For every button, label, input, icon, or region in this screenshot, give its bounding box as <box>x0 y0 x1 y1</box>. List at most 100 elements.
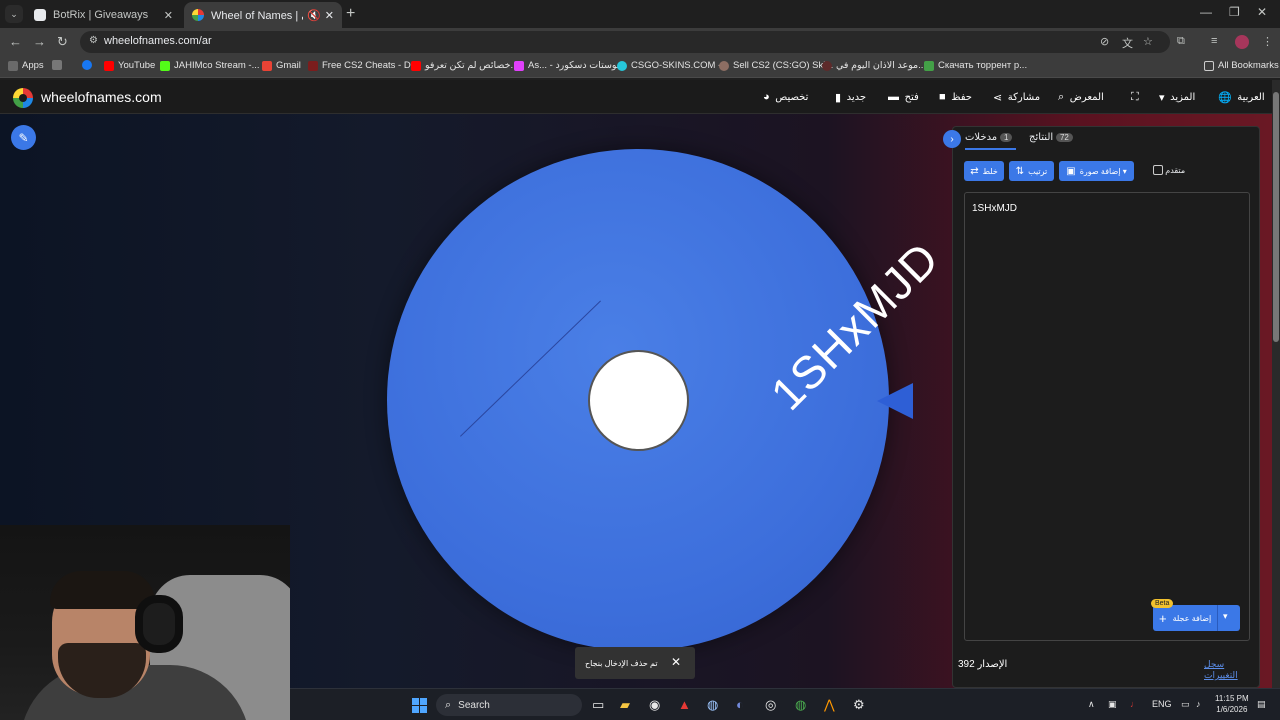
bookmark-cs2-cheats[interactable]: Free CS2 Cheats - D... <box>308 60 419 71</box>
app-orange-icon[interactable]: ⋀ <box>824 697 835 713</box>
image-icon: ▣ <box>1066 165 1076 177</box>
steam-icon[interactable]: ◍ <box>707 697 718 713</box>
tracking-off-icon[interactable]: ⊘ <box>1100 35 1109 48</box>
new-tab-button[interactable]: + <box>346 5 355 23</box>
page-scrollbar[interactable] <box>1272 80 1280 688</box>
tab-title: Wheel of Names | العشوائي <box>211 9 303 22</box>
bookmark-facebook[interactable] <box>82 60 96 70</box>
customize-button[interactable]: ◕ تخصيص <box>759 91 808 103</box>
add-wheel-button[interactable]: + إضافة عجلة ▾ <box>1153 605 1240 631</box>
tray-chevron-icon[interactable]: ∧ <box>1088 699 1095 710</box>
sort-label: ترتيب <box>1028 166 1048 176</box>
customize-label: تخصيص <box>775 91 809 103</box>
bookmark-youtube[interactable]: YouTube <box>104 60 155 71</box>
bookmark-discord-posts[interactable]: As... - بوستات دسكورد <box>514 60 619 71</box>
bookmark-gmail[interactable]: Gmail <box>262 60 301 71</box>
shuffle-button[interactable]: ⇄ خلط <box>964 161 1004 181</box>
close-tab-icon[interactable]: ✕ <box>325 9 334 22</box>
taskbar-clock[interactable]: 11:15 PM 1/6/2026 <box>1215 693 1249 715</box>
collapse-panel-icon[interactable]: › <box>943 130 961 148</box>
taskbar-search[interactable]: ⌕ Search <box>436 694 582 716</box>
wheel-pointer-icon <box>877 383 913 419</box>
edit-pencil-icon[interactable]: ✎ <box>11 125 36 150</box>
fullscreen-button[interactable]: ⛶ <box>1127 91 1139 104</box>
tab-results[interactable]: النتائج 72 <box>1029 132 1077 143</box>
profile-avatar[interactable] <box>1235 35 1249 49</box>
extensions-icon[interactable]: ⧉ <box>1177 35 1185 48</box>
new-button[interactable]: ▮ جديد <box>831 91 866 104</box>
bookmark-prayer-times[interactable]: موعد الاذان اليوم في... <box>822 60 926 71</box>
site-info-icon[interactable]: ⚙ <box>89 35 98 46</box>
version-label: الإصدار <box>977 659 1008 670</box>
tab-entries[interactable]: مدخلات 1 <box>965 132 1017 150</box>
discord-icon[interactable]: ◐ <box>736 697 744 712</box>
tray-app-icon[interactable]: ▣ <box>1108 699 1117 710</box>
back-icon[interactable]: ← <box>9 34 22 49</box>
github-icon[interactable]: ◉ <box>649 697 660 713</box>
entries-textarea[interactable]: 1SHxMJD <box>964 192 1250 641</box>
open-button[interactable]: ▬ فتح <box>884 91 919 103</box>
menu-dots-icon[interactable]: ⋮ <box>1262 35 1273 48</box>
bookmark-kick[interactable]: JAHIMco Stream -... <box>160 60 260 71</box>
bookmark-star-icon[interactable]: ☆ <box>1143 35 1153 48</box>
tab-wheel-of-names[interactable]: Wheel of Names | العشوائي 🔇 ✕ <box>184 2 342 28</box>
chevron-down-icon[interactable]: ▾ <box>1223 611 1228 622</box>
sort-button[interactable]: ⇅ ترتيب <box>1009 161 1054 181</box>
minimize-icon[interactable]: — <box>1200 5 1212 19</box>
bookmark-all[interactable]: All Bookmarks <box>1204 60 1279 71</box>
mic-icon[interactable]: ♩ <box>1130 699 1139 709</box>
windows-start-icon[interactable] <box>412 698 427 713</box>
file-explorer-icon[interactable]: ▰ <box>620 697 630 713</box>
task-view-icon[interactable]: ▭ <box>592 697 604 713</box>
changelog-link[interactable]: سجل التغييرات <box>1204 659 1259 681</box>
save-button[interactable]: ■ حفظ <box>935 91 972 103</box>
settings-gear-icon[interactable]: ⚙ <box>853 697 865 713</box>
scrollbar-thumb[interactable] <box>1273 92 1279 342</box>
tab-botrix[interactable]: BotRix | Giveaways ✕ <box>26 2 181 28</box>
chrome-icon[interactable]: ◍ <box>795 697 806 713</box>
mute-tab-icon[interactable]: 🔇 <box>307 9 321 22</box>
more-dropdown[interactable]: ▾ المزيد <box>1155 91 1195 104</box>
add-image-label: إضافة صورة <box>1079 166 1121 176</box>
close-tab-icon[interactable]: ✕ <box>164 9 173 22</box>
search-label: Search <box>458 699 490 711</box>
restore-icon[interactable]: ❐ <box>1229 5 1240 19</box>
forward-icon[interactable]: → <box>33 34 46 49</box>
close-icon[interactable]: ✕ <box>671 655 681 669</box>
address-bar[interactable]: ⚙ wheelofnames.com/ar ⊘ 文 ☆ <box>80 31 1170 53</box>
bookmark-sell-cs2[interactable]: Sell CS2 (CS:GO) Ski... <box>719 60 833 71</box>
language-dropdown[interactable]: 🌐 العربية <box>1214 91 1265 104</box>
app-circle-icon[interactable]: ◎ <box>765 697 776 713</box>
bookmark-youtube-2[interactable]: خصائص لم تكن تعرفو... <box>411 60 518 71</box>
app-red-icon[interactable]: ▲ <box>678 697 691 712</box>
gallery-button[interactable]: ⌕ المعرض <box>1054 91 1104 104</box>
headset-icon <box>135 595 183 653</box>
share-button[interactable]: ⋖ مشاركة <box>989 91 1040 104</box>
notifications-icon[interactable]: ▤ <box>1257 699 1266 710</box>
wheel-logo-icon[interactable] <box>13 88 33 108</box>
tab-search-button[interactable]: ⌄ <box>5 5 23 23</box>
fullscreen-icon: ⛶ <box>1131 91 1139 103</box>
language-indicator[interactable]: ENG <box>1152 699 1172 709</box>
youtube-icon <box>104 60 114 71</box>
network-icon[interactable]: ▭ <box>1181 699 1190 710</box>
close-window-icon[interactable]: ✕ <box>1257 5 1267 19</box>
bookmark-csgo-skins[interactable]: CSGO-SKINS.COM -... <box>617 60 729 71</box>
add-wheel-label: إضافة عجلة <box>1172 613 1212 623</box>
kick-icon <box>160 60 170 71</box>
site-name[interactable]: wheelofnames.com <box>41 89 162 105</box>
advanced-toggle[interactable]: متقدم <box>1148 165 1185 175</box>
translate-icon[interactable]: 文 <box>1122 35 1133 51</box>
bookmark-grid[interactable] <box>52 60 66 70</box>
bookmark-torrent[interactable]: Скачать торрент р... <box>924 60 1027 71</box>
cheats-icon <box>308 60 318 71</box>
advanced-checkbox[interactable] <box>1153 165 1163 175</box>
volume-icon[interactable]: ♪ <box>1196 699 1201 709</box>
reading-list-icon[interactable]: ≡ <box>1211 35 1217 47</box>
wheel-center-hub[interactable] <box>588 350 689 451</box>
add-image-dropdown[interactable]: ▣ إضافة صورة ▾ <box>1059 161 1134 181</box>
bookmark-apps[interactable]: Apps <box>8 60 44 71</box>
reload-icon[interactable]: ↻ <box>57 34 68 50</box>
clock-time: 11:15 PM <box>1215 694 1249 703</box>
share-label: مشاركة <box>1007 92 1041 103</box>
